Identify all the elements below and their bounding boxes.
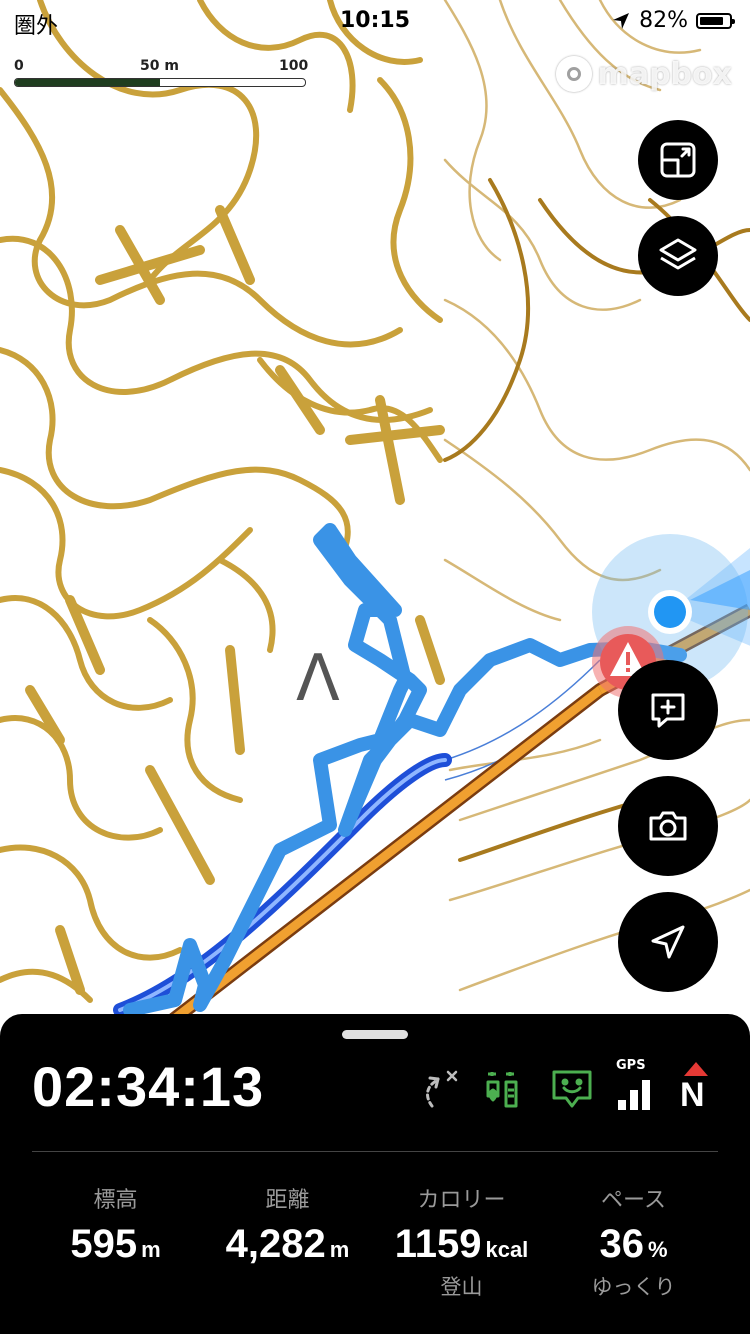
off-route-icon[interactable] — [418, 1066, 462, 1110]
compass-label: N — [680, 1076, 705, 1114]
fit-bounds-icon — [660, 142, 696, 178]
scale-bar: 0 50 m 100 m — [14, 58, 308, 90]
status-icon-row: GPS N — [418, 1058, 714, 1114]
gps-label: GPS — [616, 1058, 646, 1073]
sheet-divider — [32, 1151, 718, 1152]
stat-label: 標高 — [93, 1188, 138, 1213]
activity-sheet[interactable]: 02:34:13 GPS N 標高 595 m 距離 4,282 m カロリー … — [0, 1014, 750, 1334]
compass-icon[interactable]: N — [678, 1062, 714, 1114]
scale-label-50: 50 m — [140, 58, 179, 74]
mapbox-wordmark: mapbox — [597, 56, 732, 92]
mapbox-logo: mapbox — [555, 56, 732, 92]
chat-face-icon[interactable] — [550, 1066, 594, 1110]
add-note-button[interactable] — [618, 660, 718, 760]
gps-signal-icon: GPS — [616, 1058, 656, 1110]
battery-icon — [696, 12, 735, 29]
scale-bar-graphic — [14, 78, 306, 87]
stat-distance: 距離 4,282 m — [200, 1182, 375, 1271]
stat-value: 595 m — [70, 1222, 161, 1266]
stat-label: カロリー — [417, 1188, 506, 1213]
fit-bounds-button[interactable] — [638, 120, 718, 200]
stat-value: 36% — [599, 1222, 668, 1266]
camera-button[interactable] — [618, 776, 718, 876]
battery-percent: 82% — [639, 8, 688, 33]
stat-calories: カロリー 1159 kcal 登山 — [374, 1182, 549, 1301]
add-note-icon — [651, 693, 685, 728]
stat-pace: ペース 36% ゆっくり — [546, 1182, 721, 1301]
status-bar: 圏外 10:15 82% — [0, 0, 750, 40]
summit-symbol: Λ — [296, 642, 340, 716]
scale-label-0: 0 — [14, 58, 24, 74]
stat-label: 距離 — [265, 1188, 310, 1213]
stat-elevation: 標高 595 m — [28, 1182, 203, 1271]
stat-sub: 登山 — [440, 1275, 483, 1299]
checkpoints-icon[interactable] — [484, 1066, 528, 1110]
layers-button[interactable] — [638, 216, 718, 296]
stat-label: ペース — [601, 1188, 666, 1213]
location-services-icon — [613, 12, 630, 29]
status-right: 82% — [611, 8, 735, 33]
location-arrow-icon — [651, 925, 685, 959]
locate-button[interactable] — [618, 892, 718, 992]
sheet-drag-handle[interactable] — [342, 1030, 408, 1039]
layers-icon — [659, 238, 697, 270]
stat-value: 4,282 m — [225, 1222, 350, 1266]
stat-value: 1159 kcal — [394, 1222, 529, 1266]
mapbox-mark-icon — [555, 56, 592, 92]
camera-icon — [649, 811, 687, 841]
elapsed-time: 02:34:13 — [32, 1055, 265, 1118]
stat-sub: ゆっくり — [591, 1275, 676, 1299]
